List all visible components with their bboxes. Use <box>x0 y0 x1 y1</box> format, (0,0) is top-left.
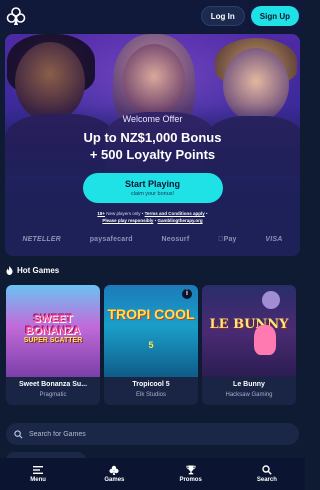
payment-visa: VISA <box>264 235 283 243</box>
game-name: Le Bunny <box>233 381 265 388</box>
terms-link[interactable]: Terms and Conditions apply <box>145 211 205 216</box>
search-icon <box>14 429 23 438</box>
cta-sublabel: claim your bonus! <box>130 190 175 197</box>
game-thumbnail <box>104 285 198 377</box>
fire-icon <box>6 266 13 275</box>
nav-menu-label: Menu <box>30 477 46 483</box>
payment-paysafecard: paysafecard <box>89 235 133 243</box>
top-header: Log In Sign Up <box>0 0 305 32</box>
gambling-therapy-link[interactable]: Gamblingtherapy.org <box>157 218 202 223</box>
game-art-subtitle: SUPER SCATTER <box>23 337 83 344</box>
game-art-title: LE BUNNY <box>209 317 289 332</box>
login-button[interactable]: Log In <box>200 6 245 26</box>
nav-search-label: Search <box>256 477 277 483</box>
game-card-sweet-bonanza[interactable]: SWEET BONANZA SUPER SCATTER Sweet Bonanz… <box>6 285 100 405</box>
game-provider: Pragmatic <box>39 392 67 398</box>
info-icon[interactable]: i <box>182 289 192 299</box>
game-card-tropicool[interactable]: TROPI COOL 5 i Tropicool 5 Elk Studios <box>104 285 198 405</box>
offer-line-2: + 500 Loyalty Points <box>89 147 216 162</box>
hot-games-heading: Hot Games <box>6 266 59 275</box>
game-card-le-bunny[interactable]: LE BUNNY Le Bunny Hacksaw Gaming <box>202 285 296 405</box>
hot-games-title: Hot Games <box>17 266 60 275</box>
nav-promos[interactable]: Promos <box>153 458 229 490</box>
bunny-art <box>254 325 276 355</box>
payment-neteller: NETELLER <box>22 235 61 243</box>
nav-search[interactable]: Search <box>229 458 305 490</box>
game-provider: Elk Studios <box>135 392 166 398</box>
club-icon <box>109 465 119 475</box>
nav-menu[interactable]: Menu <box>0 458 76 490</box>
game-art-title: TROPI COOL <box>107 306 195 322</box>
cta-label: Start Playing <box>124 178 180 189</box>
welcome-offer-banner[interactable]: Welcome Offer Up to NZ$1,000 Bonus + 500… <box>5 34 300 256</box>
game-name: Tropicool 5 <box>132 381 170 388</box>
bottom-navigation: Menu Games Promos Search <box>0 458 305 490</box>
game-art-title: SWEET BONANZA <box>25 313 81 337</box>
age-restriction-label: 18+ <box>97 211 106 216</box>
nav-games-label: Games <box>104 477 125 483</box>
logo-icon[interactable] <box>6 6 26 26</box>
payment-apple-pay: Pay <box>218 235 236 243</box>
offer-line-1: Up to NZ$1,000 Bonus <box>83 130 222 145</box>
payment-methods: NETELLER paysafecard Neosurf Pay VISA <box>0 230 305 248</box>
game-search-bar[interactable] <box>6 423 299 445</box>
play-responsibly-link[interactable]: Please play responsibly <box>102 218 153 223</box>
hero-content: Welcome Offer Up to NZ$1,000 Bonus + 500… <box>5 114 300 224</box>
signup-button[interactable]: Sign Up <box>250 6 299 26</box>
game-provider: Hacksaw Gaming <box>225 392 273 398</box>
welcome-label: Welcome Offer <box>122 114 183 124</box>
payment-neosurf: Neosurf <box>161 235 190 243</box>
search-icon <box>262 465 272 475</box>
search-input[interactable] <box>29 430 291 438</box>
hot-games-carousel[interactable]: SWEET BONANZA SUPER SCATTER Sweet Bonanz… <box>6 285 306 405</box>
trophy-icon <box>186 465 196 475</box>
hamburger-icon <box>33 466 44 474</box>
nav-promos-label: Promos <box>179 477 202 483</box>
game-art-subtitle: 5 <box>148 340 154 350</box>
nav-games[interactable]: Games <box>76 458 152 490</box>
moon-art <box>262 291 280 309</box>
start-playing-button[interactable]: Start Playing claim your bonus! <box>82 173 223 203</box>
legal-text: 18+ New players only • Terms and Conditi… <box>97 211 208 223</box>
game-name: Sweet Bonanza Su... <box>18 381 88 388</box>
